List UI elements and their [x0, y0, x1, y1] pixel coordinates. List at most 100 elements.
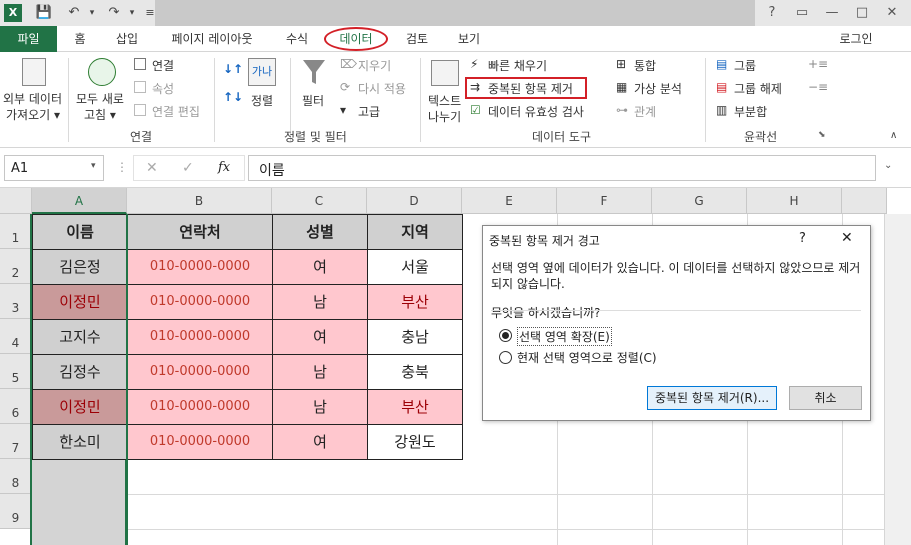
tab-insert[interactable]: 삽입 — [112, 30, 142, 50]
table-header-region[interactable]: 지역 — [368, 215, 463, 250]
undo-dropdown-icon[interactable]: ▾ — [82, 3, 102, 23]
table-cell[interactable]: 서울 — [368, 250, 463, 285]
redo-dropdown-icon[interactable]: ▾ — [122, 3, 142, 23]
table-cell[interactable]: 이정민 — [33, 285, 128, 320]
refresh-all-label[interactable]: 모두 새로 — [76, 90, 124, 107]
edit-links-button[interactable]: 연결 편집 — [152, 103, 200, 120]
tab-formulas[interactable]: 수식 — [282, 30, 312, 50]
ribbon-display-icon[interactable]: ▭ — [790, 3, 814, 23]
table-cell[interactable]: 이정민 — [33, 390, 128, 425]
table-header-gender[interactable]: 성별 — [273, 215, 368, 250]
row-header-9[interactable]: 9 — [0, 494, 32, 529]
clear-filter-button[interactable]: 지우기 — [358, 57, 391, 74]
hide-detail-icon[interactable]: −≡ — [808, 80, 828, 94]
column-header-c[interactable]: C — [272, 188, 367, 214]
sort-button[interactable]: 정렬 — [251, 92, 273, 109]
help-button[interactable]: ? — [760, 3, 784, 23]
group-button[interactable]: 그룹 — [734, 57, 756, 74]
row-header-1[interactable]: 1 — [0, 214, 32, 249]
row-header-5[interactable]: 5 — [0, 354, 32, 389]
refresh-all-label-2[interactable]: 고침 ▾ — [84, 106, 116, 123]
table-cell[interactable]: 부산 — [368, 285, 463, 320]
undo-icon[interactable]: ↶ — [64, 3, 84, 23]
remove-duplicates-button[interactable]: 중복된 항목 제거 — [488, 80, 573, 97]
table-cell[interactable]: 강원도 — [368, 425, 463, 460]
data-validation-button[interactable]: 데이터 유효성 검사 — [488, 103, 584, 120]
table-cell[interactable]: 여 — [273, 250, 368, 285]
table-cell[interactable]: 남 — [273, 355, 368, 390]
column-header-e[interactable]: E — [462, 188, 557, 214]
current-selection-radio[interactable] — [499, 351, 512, 364]
external-data-label[interactable]: 외부 데이터 — [3, 90, 62, 107]
cancel-button[interactable]: 취소 — [789, 386, 862, 410]
sort-za-icon[interactable]: ↑↓ — [223, 90, 243, 104]
row-header-4[interactable]: 4 — [0, 319, 32, 354]
customize-qat-icon[interactable]: ≡ — [140, 3, 160, 23]
cancel-entry-icon[interactable]: ✕ — [146, 160, 158, 176]
collapse-ribbon-icon[interactable]: ∧ — [890, 130, 897, 141]
table-cell[interactable]: 여 — [273, 425, 368, 460]
table-cell[interactable]: 부산 — [368, 390, 463, 425]
tab-home[interactable]: 홈 — [68, 30, 92, 50]
reapply-button[interactable]: 다시 적용 — [358, 80, 406, 97]
expand-selection-radio[interactable] — [499, 329, 512, 342]
name-box-dropdown-icon[interactable]: ▾ — [91, 161, 96, 171]
show-detail-icon[interactable]: +≡ — [808, 57, 828, 71]
column-header-g[interactable]: G — [652, 188, 747, 214]
row-header-8[interactable]: 8 — [0, 459, 32, 494]
table-cell[interactable]: 010-0000-0000 — [128, 390, 273, 425]
text-to-columns-label[interactable]: 텍스트 — [428, 92, 461, 109]
table-cell[interactable]: 여 — [273, 320, 368, 355]
confirm-entry-icon[interactable]: ✓ — [182, 160, 194, 176]
table-cell[interactable]: 김은정 — [33, 250, 128, 285]
column-header-h[interactable]: H — [747, 188, 842, 214]
expand-selection-label[interactable]: 선택 영역 확장(E) — [517, 327, 612, 346]
row-header-6[interactable]: 6 — [0, 389, 32, 424]
table-cell[interactable]: 010-0000-0000 — [128, 425, 273, 460]
current-selection-label[interactable]: 현재 선택 영역으로 정렬(C) — [517, 349, 657, 366]
consolidate-button[interactable]: 통합 — [634, 57, 656, 74]
row-header-3[interactable]: 3 — [0, 284, 32, 319]
vertical-scrollbar[interactable] — [884, 214, 911, 545]
advanced-filter-button[interactable]: 고급 — [358, 103, 380, 120]
dialog-launcher-icon[interactable]: ⬊ — [818, 130, 826, 140]
tab-file[interactable]: 파일 — [0, 26, 57, 52]
select-all-corner[interactable] — [0, 188, 32, 214]
table-cell[interactable]: 010-0000-0000 — [128, 285, 273, 320]
save-icon[interactable]: 💾 — [34, 3, 54, 23]
remove-duplicates-ok-button[interactable]: 중복된 항목 제거(R)... — [647, 386, 777, 410]
table-cell[interactable]: 010-0000-0000 — [128, 250, 273, 285]
table-cell[interactable]: 충남 — [368, 320, 463, 355]
sort-az-icon[interactable]: ↓↑ — [223, 62, 243, 76]
external-data-label-2[interactable]: 가져오기 ▾ — [6, 106, 60, 123]
table-cell[interactable]: 010-0000-0000 — [128, 355, 273, 390]
what-if-button[interactable]: 가상 분석 — [634, 80, 682, 97]
table-cell[interactable]: 한소미 — [33, 425, 128, 460]
ungroup-button[interactable]: 그룹 해제 — [734, 80, 782, 97]
row-header-7[interactable]: 7 — [0, 424, 32, 459]
row-header-2[interactable]: 2 — [0, 249, 32, 284]
column-header-d[interactable]: D — [367, 188, 462, 214]
account-signin[interactable]: 로그인 — [836, 30, 876, 50]
column-header-b[interactable]: B — [127, 188, 272, 214]
name-box[interactable]: A1 ▾ — [4, 155, 104, 181]
redo-icon[interactable]: ↷ — [104, 3, 124, 23]
tab-page-layout[interactable]: 페이지 레이아웃 — [166, 30, 258, 50]
flash-fill-button[interactable]: 빠른 채우기 — [488, 57, 547, 74]
tab-review[interactable]: 검토 — [402, 30, 432, 50]
table-cell[interactable]: 남 — [273, 390, 368, 425]
table-cell[interactable]: 충북 — [368, 355, 463, 390]
table-header-contact[interactable]: 연락처 — [128, 215, 273, 250]
table-cell[interactable]: 남 — [273, 285, 368, 320]
table-cell[interactable]: 010-0000-0000 — [128, 320, 273, 355]
table-header-name[interactable]: 이름 — [33, 215, 128, 250]
restore-button[interactable]: □ — [850, 3, 874, 23]
table-cell[interactable]: 김정수 — [33, 355, 128, 390]
column-header-next[interactable] — [842, 188, 887, 214]
close-button[interactable]: ✕ — [880, 3, 904, 23]
text-to-columns-label-2[interactable]: 나누기 — [428, 108, 461, 125]
column-header-f[interactable]: F — [557, 188, 652, 214]
insert-function-icon[interactable]: fx — [218, 160, 230, 175]
formula-input[interactable]: 이름 — [248, 155, 876, 181]
table-cell[interactable]: 고지수 — [33, 320, 128, 355]
